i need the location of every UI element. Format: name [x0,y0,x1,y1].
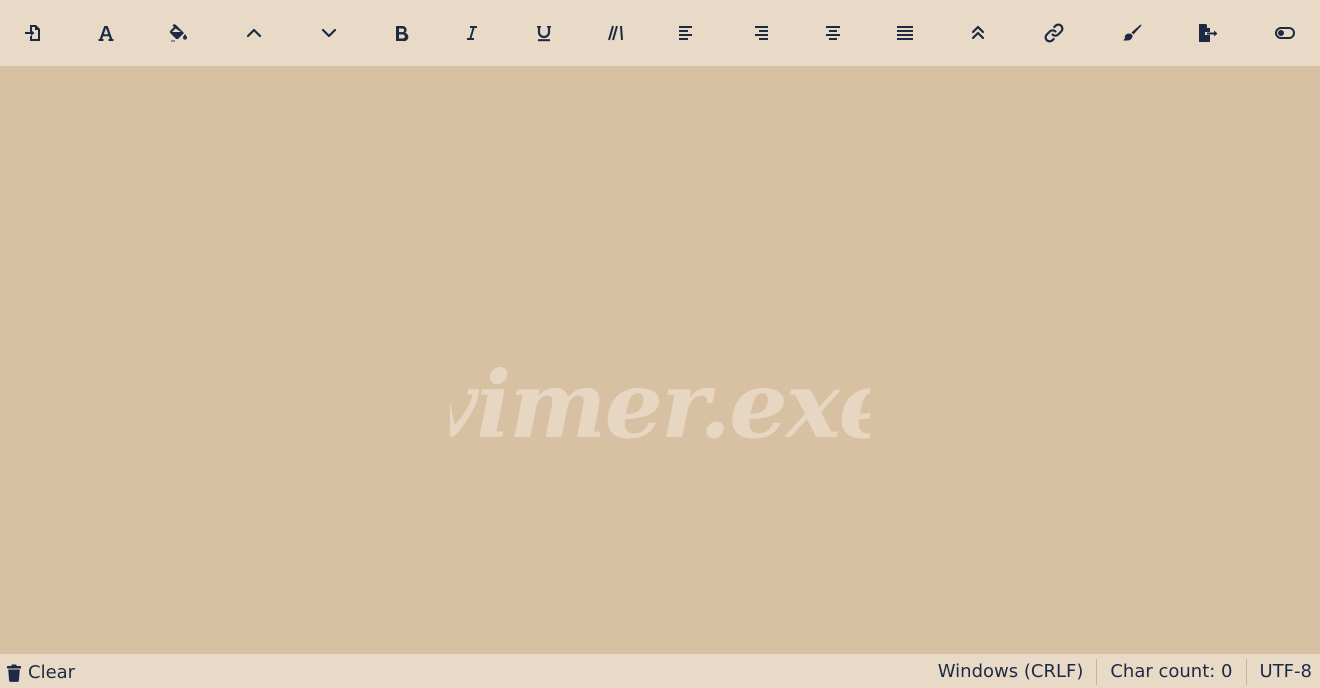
align-right-button[interactable] [744,17,776,49]
text-editor-area[interactable]: vimer.exe [0,67,1320,654]
italic-button[interactable] [456,17,488,49]
file-import-icon [25,25,40,41]
status-bar: Clear Windows (CRLF) Char count: 0 UTF-8 [0,654,1320,688]
chevron-down-icon [321,28,337,38]
bold-button[interactable] [386,17,418,49]
italic-icon [467,26,477,40]
status-info: Windows (CRLF) Char count: 0 UTF-8 [925,658,1312,686]
font-size-up-button[interactable] [238,17,270,49]
link-icon [1044,23,1064,43]
font-button[interactable] [90,17,122,49]
align-justify-icon [897,26,913,40]
open-file-button[interactable] [17,17,49,49]
file-export-icon [1199,24,1218,42]
align-center-button[interactable] [817,17,849,49]
align-center-icon [826,26,840,40]
slant-button[interactable] [600,17,632,49]
char-count: Char count: 0 [1110,661,1233,682]
watermark-text: vimer.exe [450,355,870,459]
chevron-up-icon [246,28,262,38]
clear-format-button[interactable] [1116,17,1148,49]
toolbar [0,0,1320,67]
trash-icon [7,664,21,682]
font-size-down-button[interactable] [313,17,345,49]
double-chevron-up-icon [971,25,985,40]
align-right-icon [755,26,768,40]
save-file-button[interactable] [1192,17,1224,49]
align-left-icon [679,26,692,40]
clear-button[interactable]: Clear [6,660,75,686]
line-ending-indicator[interactable]: Windows (CRLF) [925,663,1097,681]
strikethrough-lines-icon [608,25,623,41]
watermark-logo: vimer.exe [450,355,870,465]
font-icon [98,26,114,41]
fill-drip-icon [169,24,187,42]
bold-icon [396,25,409,42]
align-left-button[interactable] [671,17,703,49]
encoding-indicator[interactable]: UTF-8 [1247,663,1312,681]
toggle-icon [1275,27,1295,39]
underline-icon [537,26,551,42]
brush-icon [1123,24,1142,41]
justify-button[interactable] [889,17,921,49]
link-button[interactable] [1038,17,1070,49]
theme-toggle-button[interactable] [1269,17,1301,49]
uppercase-button[interactable] [962,17,994,49]
editor-app: vimer.exe Clear Windows (CRLF) Char coun… [0,0,1320,688]
clear-label: Clear [28,662,76,683]
color-button[interactable] [162,17,194,49]
underline-button[interactable] [528,17,560,49]
